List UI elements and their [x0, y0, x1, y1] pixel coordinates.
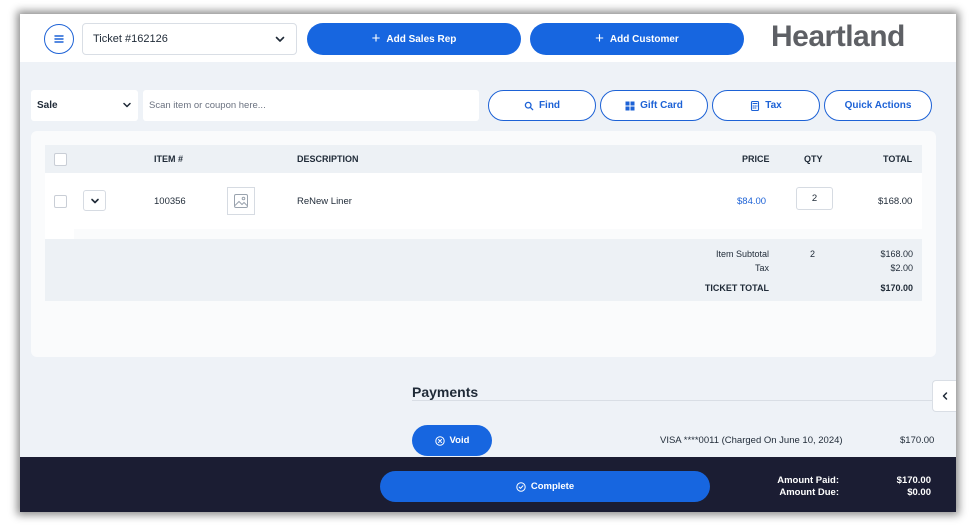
menu-button[interactable]: [44, 24, 74, 54]
row-description: ReNew Liner: [297, 196, 352, 207]
footer-bar: Complete Amount Paid: $170.00 Amount Due…: [20, 457, 956, 512]
void-button[interactable]: Void: [412, 425, 492, 456]
tax-total-value: $2.00: [890, 263, 913, 273]
side-panel-toggle[interactable]: [932, 380, 956, 412]
header-price: PRICE: [742, 154, 770, 164]
gift-card-label: Gift Card: [640, 100, 683, 111]
find-label: Find: [538, 100, 561, 111]
items-card: ITEM # DESCRIPTION PRICE QTY TOTAL 10035…: [31, 131, 936, 357]
add-customer-button[interactable]: + Add Customer: [530, 23, 744, 55]
add-sales-rep-button[interactable]: + Add Sales Rep: [307, 23, 521, 55]
ticket-select[interactable]: Ticket #162126: [82, 23, 297, 55]
payment-description: VISA ****0011 (Charged On June 10, 2024): [660, 435, 843, 446]
amount-due-value: $0.00: [907, 487, 931, 498]
pos-window: Ticket #162126 + Add Sales Rep + Add Cus…: [20, 14, 956, 512]
gift-card-button[interactable]: Gift Card: [600, 90, 708, 121]
complete-label: Complete: [530, 481, 575, 492]
row-price[interactable]: $84.00: [737, 196, 766, 207]
heartland-logo: Heartland: [771, 20, 905, 53]
sale-type-select[interactable]: Sale: [31, 90, 138, 121]
add-sales-rep-label: Add Sales Rep: [386, 33, 457, 45]
totals-panel: Item Subtotal 2 $168.00 Tax $2.00 TICKET…: [45, 239, 922, 301]
void-label: Void: [449, 435, 470, 446]
add-customer-label: Add Customer: [609, 33, 679, 45]
chevron-left-icon: [942, 392, 947, 400]
gift-card-icon: [625, 101, 635, 110]
quick-actions-button[interactable]: Quick Actions: [824, 90, 932, 121]
payments-title: Payments: [412, 384, 479, 400]
header-qty: QTY: [804, 154, 823, 164]
table-header: ITEM # DESCRIPTION PRICE QTY TOTAL: [45, 145, 922, 173]
header-item-number: ITEM #: [154, 154, 184, 164]
item-thumbnail: [227, 187, 255, 215]
header-description: DESCRIPTION: [297, 154, 359, 164]
select-all-checkbox[interactable]: [54, 153, 67, 166]
complete-button[interactable]: Complete: [380, 471, 710, 502]
table-row: 100356 ReNew Liner $84.00 2 $168.00: [45, 173, 922, 229]
plus-icon: +: [371, 29, 381, 47]
chevron-down-icon: [275, 36, 285, 42]
amount-due-label: Amount Due:: [779, 487, 839, 498]
plus-icon: +: [595, 29, 604, 47]
subtotal-qty: 2: [810, 249, 816, 259]
row-checkbox[interactable]: [54, 195, 67, 208]
payment-amount: $170.00: [900, 435, 935, 446]
expand-row-button[interactable]: [83, 190, 106, 211]
row-qty-input[interactable]: 2: [796, 187, 833, 210]
check-circle-icon: [516, 481, 526, 492]
row-item-number: 100356: [154, 196, 186, 207]
tax-button[interactable]: Tax: [712, 90, 820, 121]
ticket-total-value: $170.00: [880, 283, 913, 293]
scan-input[interactable]: [143, 90, 479, 121]
find-button[interactable]: Find: [488, 90, 596, 121]
calculator-icon: [751, 100, 760, 111]
ticket-total-label: TICKET TOTAL: [704, 283, 769, 293]
image-placeholder-icon: [234, 194, 248, 208]
tax-total-label: Tax: [754, 263, 769, 273]
subtotal-value: $168.00: [880, 249, 913, 259]
row-total: $168.00: [878, 196, 913, 207]
cancel-circle-icon: [434, 435, 445, 446]
sale-type-value: Sale: [37, 100, 58, 111]
search-icon: [524, 101, 534, 110]
chevron-down-icon: [90, 198, 99, 203]
tax-label: Tax: [765, 100, 782, 111]
header-bar: Ticket #162126 + Add Sales Rep + Add Cus…: [20, 14, 956, 62]
hamburger-icon: [54, 35, 64, 43]
payments-divider: [412, 400, 934, 401]
amount-paid-label: Amount Paid:: [777, 475, 839, 486]
header-total: TOTAL: [883, 154, 913, 164]
ticket-select-label: Ticket #162126: [93, 33, 168, 45]
amount-paid-value: $170.00: [896, 475, 931, 486]
quick-actions-label: Quick Actions: [844, 100, 912, 111]
chevron-down-icon: [123, 102, 131, 108]
row-tab: [45, 229, 74, 239]
subtotal-label: Item Subtotal: [715, 249, 769, 259]
